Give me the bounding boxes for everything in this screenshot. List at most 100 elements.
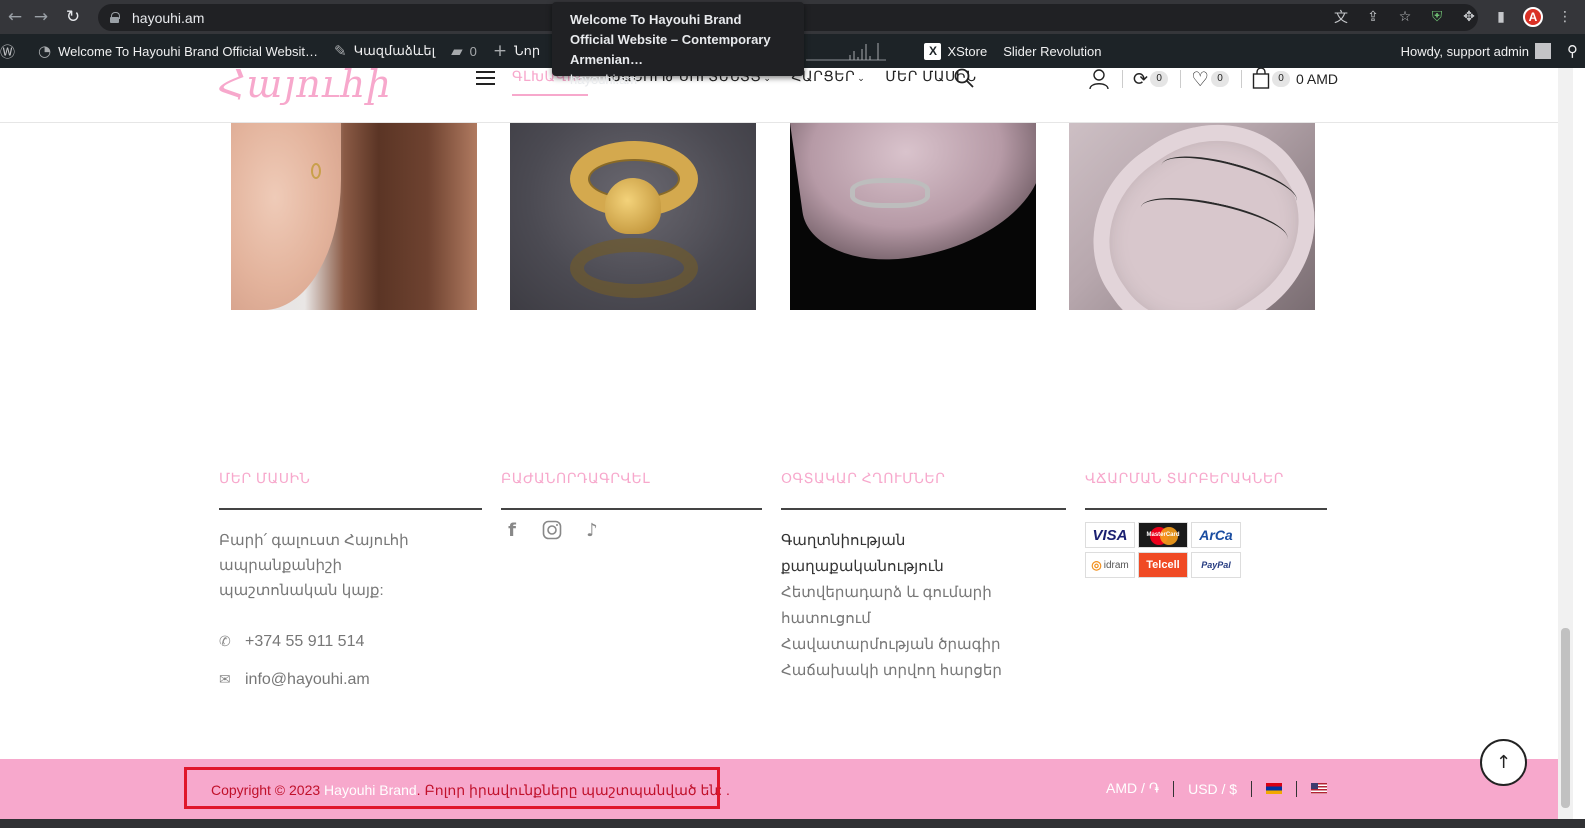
scrollbar-thumb[interactable] xyxy=(1561,628,1570,808)
footer-subscribe-heading: ԲԱԺԱՆՈՐԴԱԳՐՎԵԼ xyxy=(501,470,762,510)
tooltip-title: Welcome To Hayouhi Brand Official Websit… xyxy=(570,12,771,67)
mastercard-logo: MasterCard xyxy=(1138,522,1188,548)
footer-payments: ՎՃԱՐՄԱՆ ՏԱՐԲԵՐԱԿՆԵՐ VISA MasterCard ArCa… xyxy=(1085,470,1327,578)
vpn-extension-icon[interactable]: ⛨ xyxy=(1427,9,1447,25)
currency-amd[interactable]: AMD / ֏ xyxy=(1106,780,1173,797)
tooltip-url: hayouhi.am xyxy=(570,72,638,87)
armenian-flag-icon xyxy=(1266,782,1283,794)
lock-icon xyxy=(110,12,120,23)
language-armenian[interactable] xyxy=(1251,780,1296,797)
plus-icon: + xyxy=(492,41,508,61)
heart-icon: ♡ xyxy=(1191,67,1210,91)
comment-icon: ▰ xyxy=(451,42,463,60)
footer-phone[interactable]: ✆ +374 55 911 514 xyxy=(219,633,482,651)
header-divider xyxy=(1241,70,1243,88)
mastercard-label: MasterCard xyxy=(1146,532,1180,538)
link-loyalty-program[interactable]: Հավատարմության ծրագիր xyxy=(781,632,1066,658)
admin-slider-revolution[interactable]: Slider Revolution xyxy=(995,34,1109,68)
footer-email[interactable]: ✉ info@hayouhi.am xyxy=(219,671,482,689)
site-logo[interactable]: Հայուհի xyxy=(218,62,391,106)
bookmark-star-icon[interactable]: ☆ xyxy=(1395,9,1415,25)
comments-count: 0 xyxy=(469,43,477,59)
extensions-puzzle-icon[interactable]: ✥ xyxy=(1459,9,1479,25)
stats-sparkline xyxy=(806,43,887,61)
admin-new[interactable]: + Նոր xyxy=(485,34,548,68)
cart-count: 0 xyxy=(1272,71,1291,87)
wordpress-logo-menu[interactable]: Ⓦ xyxy=(0,34,30,68)
account-button[interactable] xyxy=(1088,68,1110,90)
footer-info-heading: ՕԳՏԱԿԱՐ ՀՂՈՒՄՆԵՐ xyxy=(781,470,1066,510)
compare-count: 0 xyxy=(1150,71,1169,87)
arrow-up-icon: ↑ xyxy=(1495,752,1512,773)
footer-bottom-bar: Copyright © 2023 Hayouhi Brand. Բոլոր իր… xyxy=(0,759,1558,819)
search-icon[interactable] xyxy=(954,68,974,88)
admin-avatar[interactable] xyxy=(1535,43,1551,59)
footer-info: ՕԳՏԱԿԱՐ ՀՂՈՒՄՆԵՐ Գաղտնիության քաղաքականո… xyxy=(781,470,1066,684)
product-image-earrings-tray[interactable] xyxy=(790,123,1036,310)
slider-label: Slider Revolution xyxy=(1003,43,1102,59)
tiktok-icon[interactable]: ♪ xyxy=(581,519,603,541)
howdy-label[interactable]: Howdy, support admin xyxy=(1401,44,1529,59)
wishlist-button[interactable]: ♡ 0 xyxy=(1191,67,1230,91)
header-divider xyxy=(1122,70,1123,88)
reload-icon[interactable]: ↻ xyxy=(62,6,84,28)
share-icon[interactable]: ⇪ xyxy=(1363,9,1383,25)
product-image-necklace-dish[interactable] xyxy=(1069,123,1315,310)
admin-hidden-item[interactable]: r xyxy=(788,34,894,68)
back-icon[interactable]: ← xyxy=(4,6,26,28)
compare-icon: ⟳ xyxy=(1133,68,1149,90)
footer-payments-heading: ՎՃԱՐՄԱՆ ՏԱՐԲԵՐԱԿՆԵՐ xyxy=(1085,470,1327,510)
instagram-icon[interactable] xyxy=(541,519,563,541)
xstore-label: XStore xyxy=(947,43,988,59)
footer-info-links: Գաղտնիության քաղաքականություն Հետվերադար… xyxy=(781,528,1066,684)
visa-logo: VISA xyxy=(1085,522,1135,548)
taskbar-edge xyxy=(0,819,1585,828)
kebab-menu-icon[interactable]: ⋮ xyxy=(1555,9,1575,25)
shopping-bag-icon xyxy=(1252,68,1270,89)
compare-button[interactable]: ⟳ 0 xyxy=(1133,68,1169,90)
forward-icon[interactable]: → xyxy=(30,6,52,28)
footer-about: ՄԵՐ ՄԱՍԻՆ Բարի՛ գալուստ Հայուհի ապրանքան… xyxy=(219,470,482,689)
link-privacy-policy[interactable]: Գաղտնիության քաղաքականություն xyxy=(781,528,1066,580)
language-english[interactable] xyxy=(1296,780,1341,797)
product-image-earring-model[interactable] xyxy=(231,123,477,310)
side-panel-icon[interactable]: ▮ xyxy=(1491,9,1511,25)
us-flag-icon xyxy=(1311,782,1328,794)
admin-xstore[interactable]: X XStore xyxy=(916,34,995,68)
admin-search-icon[interactable]: ⚲ xyxy=(1567,42,1578,60)
copyright-suffix: . Բոլոր իրավունքները պաշտպանված են: . xyxy=(416,782,730,798)
page-scrollbar[interactable] xyxy=(1558,68,1573,819)
phone-icon: ✆ xyxy=(219,634,231,650)
hamburger-menu-icon[interactable] xyxy=(476,71,495,89)
currency-language-switcher: AMD / ֏ USD / $ xyxy=(1106,780,1341,797)
cart-button[interactable]: 0 0 AMD xyxy=(1252,68,1338,90)
url-text[interactable]: hayouhi.am xyxy=(132,10,204,26)
new-label: Նոր xyxy=(514,43,541,58)
link-faq[interactable]: Հաճախակի տրվող հարցեր xyxy=(781,658,1066,684)
email-address: info@hayouhi.am xyxy=(245,671,370,688)
window-edge xyxy=(1573,68,1585,819)
tab-tooltip: Welcome To Hayouhi Brand Official Websit… xyxy=(552,2,804,87)
link-returns-refunds[interactable]: Հետվերադարձ և գումարի հատուցում xyxy=(781,580,1066,632)
header-tools: ⟳ 0 ♡ 0 0 0 AMD xyxy=(1088,67,1350,91)
back-to-top-button[interactable]: ↑ xyxy=(1480,739,1527,786)
footer-about-heading: ՄԵՐ ՄԱՍԻՆ xyxy=(219,470,482,510)
footer-subscribe: ԲԱԺԱՆՈՐԴԱԳՐՎԵԼ f ♪ xyxy=(501,470,762,541)
copyright-brand-link[interactable]: Hayouhi Brand xyxy=(324,782,417,798)
user-icon xyxy=(1089,69,1109,90)
currency-usd[interactable]: USD / $ xyxy=(1173,780,1251,797)
dashboard-icon: ◔ xyxy=(38,42,52,60)
profile-avatar[interactable]: A xyxy=(1523,7,1543,27)
copyright-highlight-box: Copyright © 2023 Hayouhi Brand. Բոլոր իր… xyxy=(184,767,730,809)
xstore-icon: X xyxy=(924,42,942,60)
facebook-icon[interactable]: f xyxy=(501,519,523,541)
product-image-heart-ring[interactable] xyxy=(510,123,756,310)
chevron-down-icon: ⌄ xyxy=(857,74,866,84)
wishlist-count: 0 xyxy=(1211,71,1230,87)
header-divider xyxy=(1180,70,1182,88)
idram-symbol-icon: ◎ xyxy=(1091,558,1102,572)
copyright-text: Copyright © 2023 Hayouhi Brand. Բոլոր իր… xyxy=(211,782,730,799)
social-links: f ♪ xyxy=(501,519,762,541)
translate-icon[interactable]: 文 xyxy=(1331,7,1351,27)
admin-comments[interactable]: ▰ 0 xyxy=(443,34,485,68)
